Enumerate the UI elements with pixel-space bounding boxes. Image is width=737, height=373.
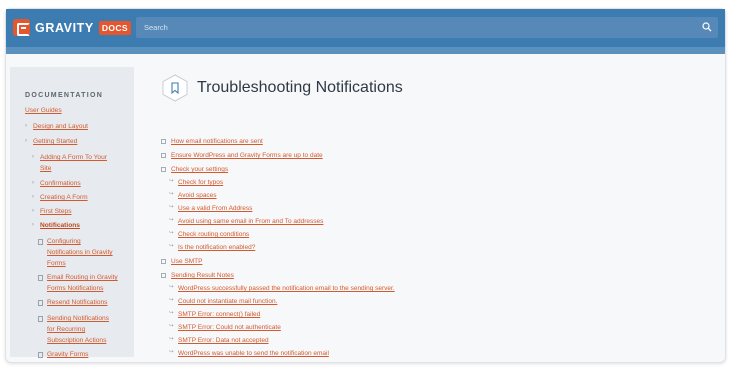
- sidebar-item-confirmations[interactable]: Confirmations: [40, 178, 81, 189]
- search-input[interactable]: [136, 17, 718, 38]
- toc-link-result-data[interactable]: SMTP Error: Data not accepted: [178, 336, 269, 345]
- sidebar-item-email-routing[interactable]: Email Routing in Gravity: [47, 272, 118, 283]
- sub-arrow-icon: ↪: [169, 230, 174, 236]
- toc-link-enabled[interactable]: Is the notification enabled?: [178, 243, 255, 252]
- toc-link-check-settings[interactable]: Check your settings: [171, 165, 228, 174]
- header-stripe: [6, 47, 725, 54]
- sidebar-item-sending-recurring-cont2[interactable]: Subscription Actions: [47, 335, 106, 346]
- toc-link-result-passed[interactable]: WordPress successfully passed the notifi…: [178, 284, 395, 293]
- logo-docs-badge: DOCS: [98, 20, 132, 35]
- sub-arrow-icon: ↪: [169, 336, 174, 342]
- chevron-right-icon: ›: [32, 154, 34, 160]
- toc-item-icon: [161, 153, 166, 158]
- toc-link-result-instantiate[interactable]: Could not instantiate mail function.: [178, 297, 277, 306]
- toc-link-result-notes[interactable]: Sending Result Notes: [171, 271, 234, 280]
- page-title: Troubleshooting Notifications: [197, 79, 403, 96]
- sidebar-item-resend[interactable]: Resend Notifications: [47, 297, 107, 308]
- sidebar-item-configuring-cont2[interactable]: Forms: [47, 258, 66, 269]
- sidebar-item-adding-form-cont[interactable]: Site: [40, 163, 51, 174]
- chevron-right-icon: ›: [32, 194, 34, 200]
- sub-arrow-icon: ↪: [169, 323, 174, 329]
- document-icon: [38, 352, 43, 358]
- sub-arrow-icon: ↪: [169, 297, 174, 303]
- sidebar-item-user-guides[interactable]: User Guides: [25, 105, 62, 116]
- toc-link-up-to-date[interactable]: Ensure WordPress and Gravity Forms are u…: [171, 151, 323, 160]
- logo-wordmark: GRAVITY: [35, 20, 94, 35]
- toc-link-routing[interactable]: Check routing conditions: [178, 230, 249, 239]
- document-icon: [38, 300, 43, 306]
- sidebar-item-gravity-forms[interactable]: Gravity Forms: [47, 349, 88, 360]
- sidebar-item-sending-recurring[interactable]: Sending Notifications: [47, 313, 109, 324]
- sidebar-item-getting-started[interactable]: Getting Started: [33, 136, 77, 147]
- sub-arrow-icon: ↪: [169, 243, 174, 249]
- search-bar[interactable]: [136, 17, 718, 38]
- document-icon: [38, 316, 43, 322]
- toc-link-result-connect[interactable]: SMTP Error: connect() failed: [178, 310, 260, 319]
- gravity-docs-logo[interactable]: GRAVITY DOCS: [13, 19, 132, 36]
- sub-arrow-icon: ↪: [169, 349, 174, 355]
- toc-link-result-authenticate[interactable]: SMTP Error: Could not authenticate: [178, 323, 281, 332]
- chevron-right-icon: ›: [32, 208, 34, 214]
- sub-arrow-icon: ↪: [169, 310, 174, 316]
- sidebar-item-first-steps[interactable]: First Steps: [40, 206, 72, 217]
- sidebar-item-adding-form[interactable]: Adding A Form To Your: [40, 152, 107, 163]
- toc-item-icon: [161, 139, 166, 144]
- chevron-down-icon: ›: [32, 222, 34, 228]
- sidebar-item-configuring[interactable]: Configuring: [47, 236, 81, 247]
- sidebar-item-sending-recurring-cont[interactable]: for Recurring: [47, 324, 85, 335]
- toc-link-smtp[interactable]: Use SMTP: [171, 257, 202, 266]
- toc-link-result-unable[interactable]: WordPress was unable to send the notific…: [178, 349, 329, 358]
- toc-item-icon: [161, 273, 166, 278]
- toc-item-icon: [161, 259, 166, 264]
- document-icon: [38, 239, 43, 245]
- sub-arrow-icon: ↪: [169, 284, 174, 290]
- sidebar-heading: DOCUMENTATION: [25, 92, 104, 99]
- sidebar-item-notifications[interactable]: Notifications: [40, 220, 80, 231]
- search-icon[interactable]: [702, 22, 712, 32]
- sidebar-item-design-layout[interactable]: Design and Layout: [33, 121, 88, 132]
- chevron-right-icon: ›: [32, 180, 34, 186]
- sidebar-item-configuring-cont[interactable]: Notifications in Gravity: [47, 247, 113, 258]
- chevron-right-icon: ›: [25, 138, 27, 144]
- toc-item-icon: [161, 167, 166, 172]
- toc-link-email-sent[interactable]: How email notifications are sent: [171, 137, 263, 146]
- toc-link-typos[interactable]: Check for typos: [178, 178, 223, 187]
- sub-arrow-icon: ↪: [169, 178, 174, 184]
- sub-arrow-icon: ↪: [169, 204, 174, 210]
- sidebar-item-creating-form[interactable]: Creating A Form: [40, 192, 88, 203]
- gravity-logo-icon: [13, 19, 30, 36]
- sidebar-item-email-routing-cont[interactable]: Forms Notifications: [47, 283, 103, 294]
- sub-arrow-icon: ↪: [169, 217, 174, 223]
- sub-arrow-icon: ↪: [169, 191, 174, 197]
- toc-link-same-email[interactable]: Avoid using same email in From and To ad…: [178, 217, 323, 226]
- toc-link-valid-from[interactable]: Use a valid From Address: [178, 204, 252, 213]
- toc-link-avoid-spaces[interactable]: Avoid spaces: [178, 191, 217, 200]
- chevron-right-icon: ›: [25, 123, 27, 129]
- bookmark-hexagon-icon: [162, 74, 188, 102]
- document-icon: [38, 275, 43, 281]
